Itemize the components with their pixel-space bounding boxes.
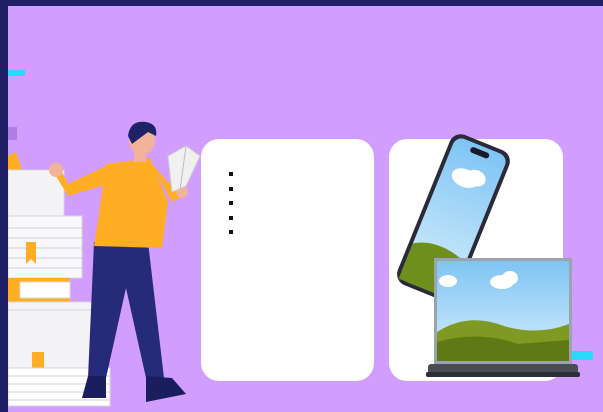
bullet-item [229, 196, 239, 211]
laptop-icon [426, 258, 580, 377]
bullet-item [229, 211, 239, 226]
bullet-dot [229, 230, 233, 235]
devices-illustration [397, 134, 580, 377]
bullet-item [229, 225, 239, 240]
slide-canvas [8, 6, 603, 412]
bullet-text-card [201, 139, 374, 381]
bullet-dot [229, 186, 233, 191]
book-stack-middle [8, 278, 95, 376]
bullet-dot [229, 172, 233, 177]
bullet-list [229, 167, 239, 240]
bullet-item [229, 167, 239, 182]
bullet-item [229, 182, 239, 197]
person-reading-illustration [8, 121, 201, 407]
bullet-dot [229, 215, 233, 220]
bullet-dot [229, 201, 233, 206]
